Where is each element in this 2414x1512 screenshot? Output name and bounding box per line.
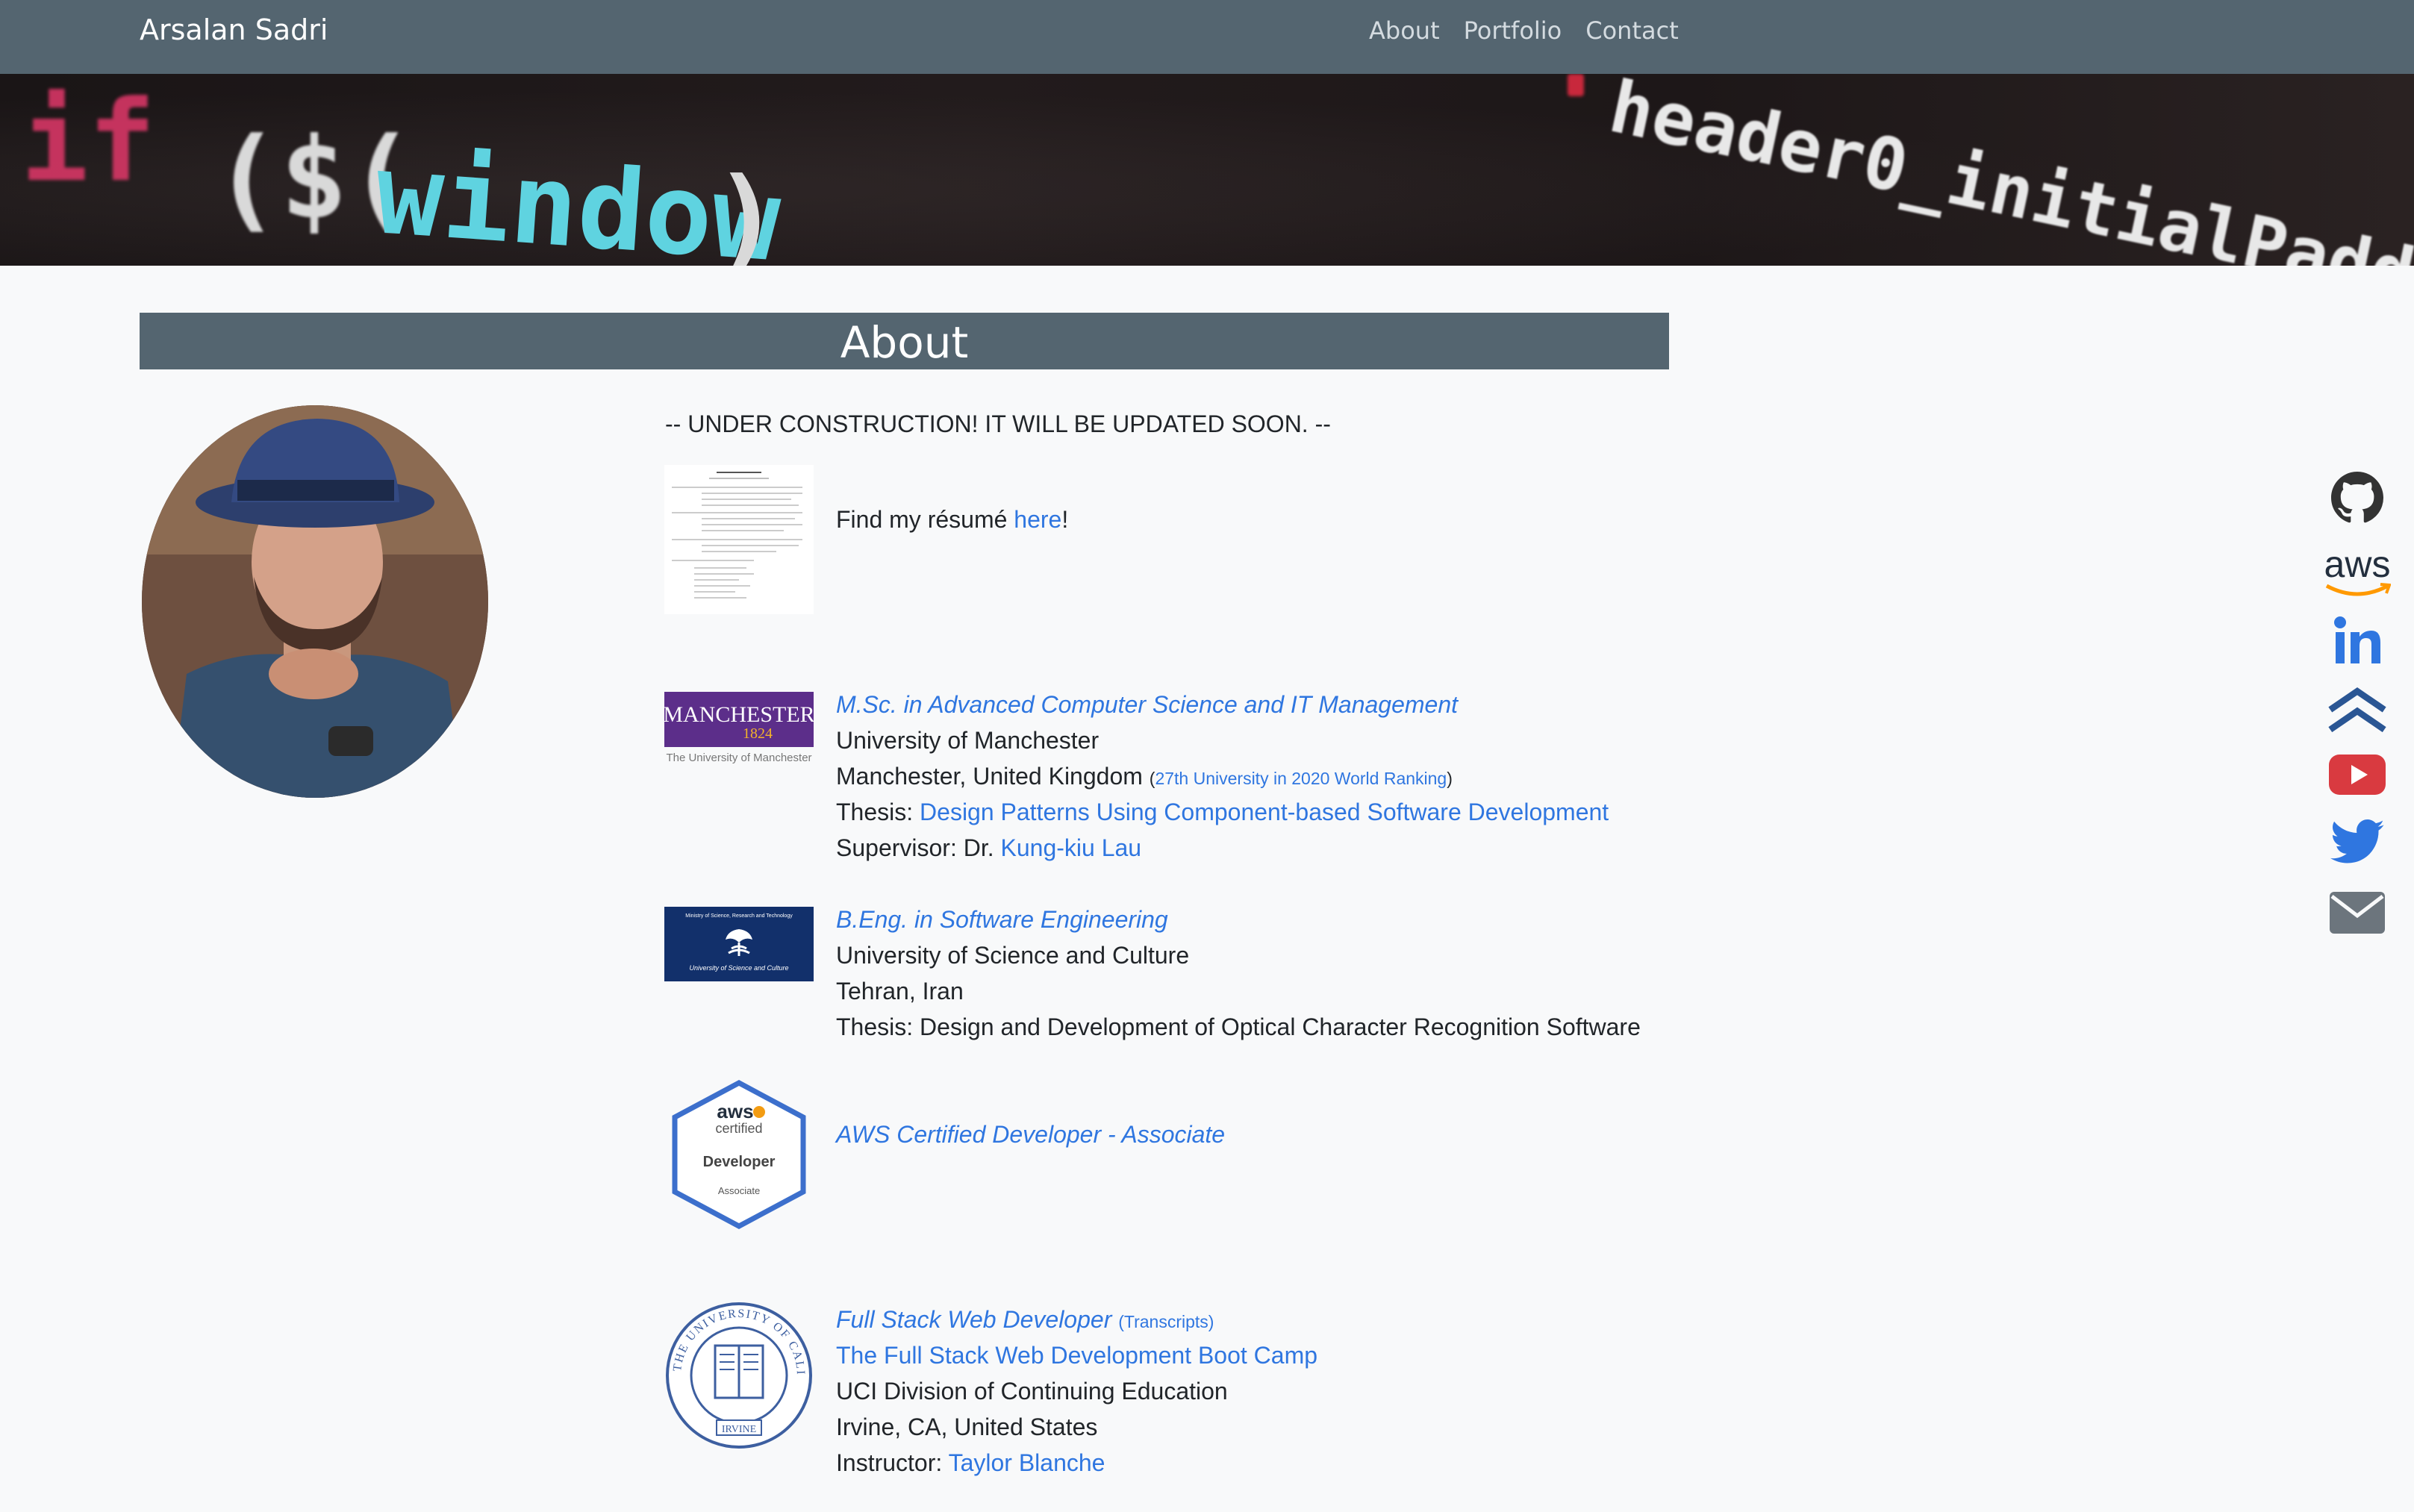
nav-link-contact[interactable]: Contact — [1585, 16, 1679, 45]
resume-link[interactable]: here — [1014, 506, 1061, 533]
beng-thesis: Thesis: Design and Development of Optica… — [836, 1013, 1641, 1040]
msc-school: University of Manchester — [836, 727, 1100, 754]
about-section-header: About — [140, 313, 1669, 369]
msc-thesis-line: Thesis: Design Patterns Using Component-… — [836, 800, 1609, 824]
resume-text: Find my résumé here! — [836, 507, 1068, 531]
bootcamp-org: UCI Division of Continuing Education — [836, 1378, 1228, 1405]
twitter-icon[interactable] — [2327, 816, 2387, 868]
usc-logo-top: Ministry of Science, Research and Techno… — [685, 913, 793, 919]
linkedin-icon[interactable] — [2327, 612, 2387, 669]
bootcamp-instructor-label: Instructor: — [836, 1449, 949, 1476]
aws-icon-label: aws — [2324, 543, 2391, 585]
manchester-logo-caption: The University of Manchester — [666, 752, 811, 764]
usc-logo-bottom: University of Science and Culture — [689, 964, 788, 972]
profile-photo — [142, 405, 488, 798]
email-icon[interactable] — [2327, 888, 2387, 937]
github-icon[interactable] — [2327, 470, 2387, 525]
nav-link-about[interactable]: About — [1369, 16, 1440, 45]
bootcamp-instructor-line: Instructor: Taylor Blanche — [836, 1451, 1105, 1475]
bootcamp-title-line: Full Stack Web Developer (Transcripts) — [836, 1308, 1214, 1331]
aws-badge-brand: aws — [717, 1100, 753, 1122]
header-banner-image: if ($( window ) header0_initialPadding — [0, 74, 2414, 266]
nav-links: About Portfolio Contact — [1369, 16, 1679, 45]
usc-logo: Ministry of Science, Research and Techno… — [664, 907, 814, 981]
uci-seal: THE UNIVERSITY OF CALIFORNIA IRVINE — [659, 1291, 814, 1450]
msc-supervisor-line: Supervisor: Dr. Kung-kiu Lau — [836, 836, 1141, 860]
construction-notice: -- UNDER CONSTRUCTION! IT WILL BE UPDATE… — [665, 410, 1331, 437]
aws-icon[interactable]: aws — [2324, 543, 2391, 602]
youtube-icon[interactable] — [2327, 750, 2387, 799]
beng-degree-link[interactable]: B.Eng. in Software Engineering — [836, 907, 1168, 931]
beng-location: Tehran, Iran — [836, 978, 964, 1005]
bootcamp-title-link[interactable]: Full Stack Web Developer — [836, 1306, 1111, 1333]
banner-code-if: if — [21, 77, 156, 207]
resume-thumbnail[interactable] — [664, 465, 814, 614]
aws-badge-level: Associate — [718, 1185, 760, 1196]
section-title: About — [840, 317, 969, 368]
msc-ranking-close: ) — [1447, 769, 1453, 788]
aws-badge-certified: certified — [715, 1121, 762, 1136]
stackoverflow-icon[interactable] — [2327, 681, 2387, 737]
msc-thesis-label: Thesis: — [836, 799, 920, 825]
manchester-logo-name: MANCHESTER — [664, 702, 814, 727]
msc-location-line: Manchester, United Kingdom (27th Univers… — [836, 764, 1453, 788]
resume-suffix: ! — [1061, 506, 1069, 533]
msc-ranking-link[interactable]: 27th University in 2020 World Ranking — [1155, 769, 1447, 788]
msc-location: Manchester, United Kingdom — [836, 763, 1143, 790]
uci-seal-bottom: IRVINE — [722, 1424, 756, 1435]
msc-degree-link[interactable]: M.Sc. in Advanced Computer Science and I… — [836, 693, 1458, 716]
transcripts-link[interactable]: (Transcripts) — [1118, 1312, 1214, 1331]
bootcamp-location: Irvine, CA, United States — [836, 1413, 1098, 1440]
aws-certification-badge: aws certified Developer Associate — [664, 1078, 814, 1231]
resume-prefix: Find my résumé — [836, 506, 1014, 533]
navbar: Arsalan Sadri About Portfolio Contact — [0, 0, 2414, 74]
banner-code-close: ) — [713, 154, 781, 266]
bootcamp-program-link[interactable]: The Full Stack Web Development Boot Camp — [836, 1343, 1317, 1367]
bootcamp-instructor-link[interactable]: Taylor Blanche — [949, 1449, 1105, 1476]
nav-link-portfolio[interactable]: Portfolio — [1464, 16, 1562, 45]
aws-certification-link[interactable]: AWS Certified Developer - Associate — [836, 1122, 1225, 1146]
aws-badge-role: Developer — [703, 1154, 776, 1170]
msc-supervisor-link[interactable]: Kung-kiu Lau — [1001, 834, 1142, 861]
brand-link[interactable]: Arsalan Sadri — [140, 13, 328, 46]
manchester-logo-year: 1824 — [743, 725, 773, 742]
beng-school: University of Science and Culture — [836, 942, 1190, 969]
msc-supervisor-label: Supervisor: Dr. — [836, 834, 1001, 861]
manchester-logo: MANCHESTER 1824 The University of Manche… — [663, 692, 815, 766]
msc-thesis-link[interactable]: Design Patterns Using Component-based So… — [920, 799, 1609, 825]
